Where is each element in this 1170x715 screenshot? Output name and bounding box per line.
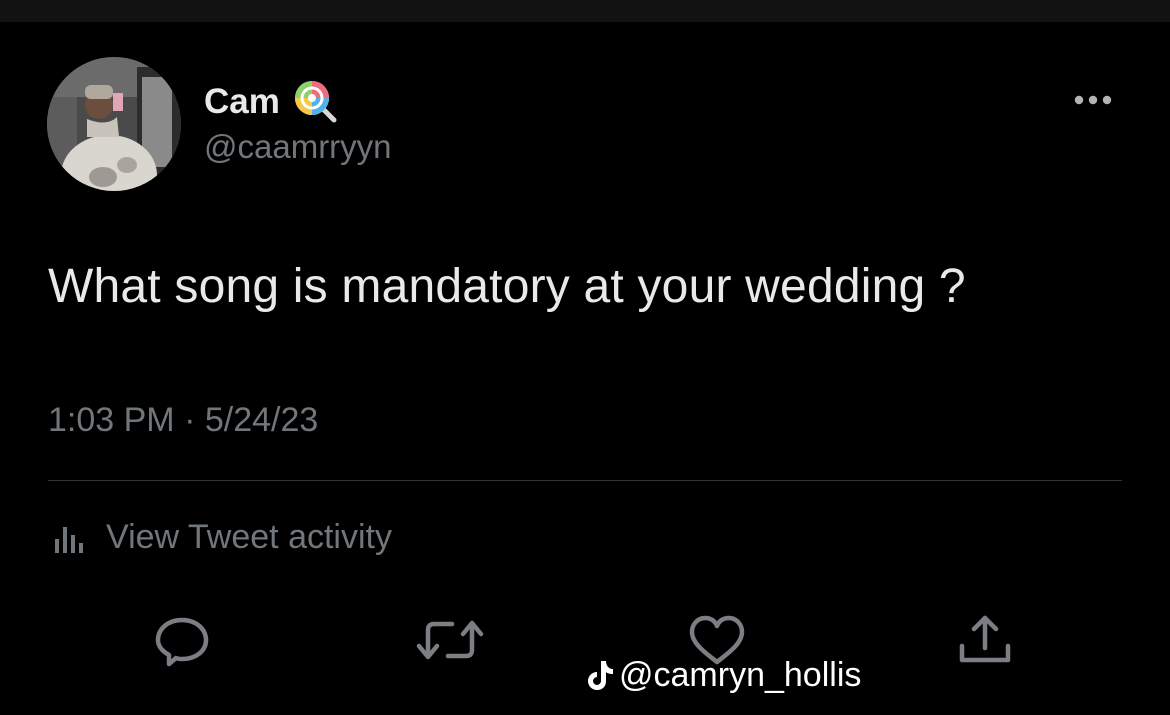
view-tweet-activity-label[interactable]: View Tweet activity xyxy=(106,520,392,554)
watermark-handle: @camryn_hollis xyxy=(619,656,862,694)
top-status-strip xyxy=(0,0,1170,22)
bar-chart-icon xyxy=(48,515,92,559)
display-name[interactable]: Cam xyxy=(204,84,280,119)
timestamp-separator: · xyxy=(184,401,196,439)
tweet-timestamp[interactable]: 1:03 PM · 5/24/23 xyxy=(48,403,318,437)
tweet-date[interactable]: 5/24/23 xyxy=(205,401,318,439)
reply-icon[interactable] xyxy=(152,612,212,668)
divider xyxy=(48,480,1122,481)
user-handle[interactable]: @caamrryyn xyxy=(204,130,392,163)
retweet-icon[interactable] xyxy=(414,612,484,668)
view-tweet-activity-link[interactable]: View Tweet activity xyxy=(48,515,392,559)
tweet-text: What song is mandatory at your wedding ? xyxy=(48,260,966,313)
lollipop-icon xyxy=(292,78,338,124)
tiktok-icon xyxy=(585,658,615,692)
tweet-time[interactable]: 1:03 PM xyxy=(48,401,175,439)
share-icon[interactable] xyxy=(955,612,1015,668)
tiktok-watermark: @camryn_hollis xyxy=(585,658,861,692)
more-options-icon[interactable] xyxy=(1068,88,1118,112)
avatar[interactable] xyxy=(47,57,181,191)
